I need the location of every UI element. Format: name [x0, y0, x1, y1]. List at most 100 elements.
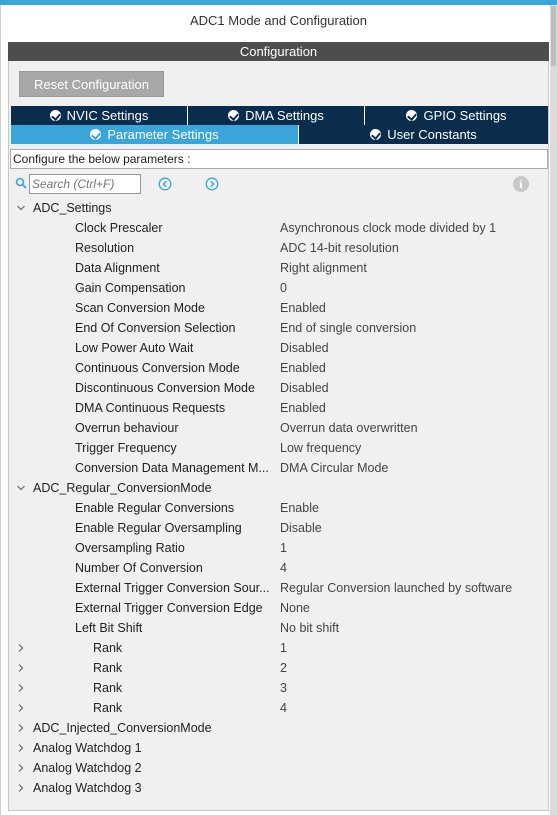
- rank-row[interactable]: Rank 2: [10, 658, 548, 678]
- group-label: Analog Watchdog 1: [33, 741, 142, 755]
- param-label: External Trigger Conversion Sour...: [75, 581, 270, 595]
- check-circle-icon: [90, 129, 102, 140]
- next-match-icon[interactable]: [205, 177, 219, 191]
- param-row[interactable]: Enable Regular Conversions Enable: [10, 498, 548, 518]
- param-row[interactable]: Resolution ADC 14-bit resolution: [10, 238, 548, 258]
- param-value: DMA Circular Mode: [280, 461, 389, 475]
- tab-nvic-settings[interactable]: NVIC Settings: [11, 106, 188, 125]
- param-row[interactable]: Enable Regular Oversampling Disable: [10, 518, 548, 538]
- param-row[interactable]: Continuous Conversion Mode Enabled: [10, 358, 548, 378]
- chevron-right-icon[interactable]: [16, 758, 26, 778]
- rank-label: Rank: [93, 641, 123, 655]
- param-label: Enable Regular Conversions: [75, 501, 235, 515]
- param-label: Gain Compensation: [75, 281, 186, 295]
- rank-row[interactable]: Rank 4: [10, 698, 548, 718]
- param-row[interactable]: Conversion Data Management M... DMA Circu…: [10, 458, 548, 478]
- tab-label: NVIC Settings: [66, 108, 149, 123]
- chevron-right-icon[interactable]: [16, 658, 26, 678]
- rank-value: 1: [280, 641, 287, 655]
- tab-label: GPIO Settings: [423, 108, 507, 123]
- param-label: Overrun behaviour: [75, 421, 179, 435]
- rank-row[interactable]: Rank 1: [10, 638, 548, 658]
- search-icon: [15, 177, 27, 189]
- parameter-tree: ADC_Settings Clock Prescaler Asynchronous…: [10, 198, 548, 798]
- param-row[interactable]: Data Alignment Right alignment: [10, 258, 548, 278]
- param-label: Scan Conversion Mode: [75, 301, 205, 315]
- param-row[interactable]: Discontinuous Conversion Mode Disabled: [10, 378, 548, 398]
- check-circle-icon: [406, 110, 418, 121]
- chevron-down-icon[interactable]: [16, 198, 26, 218]
- param-row[interactable]: Number Of Conversion 4: [10, 558, 548, 578]
- chevron-right-icon[interactable]: [16, 698, 26, 718]
- param-row[interactable]: External Trigger Conversion Edge None: [10, 598, 548, 618]
- param-value: 0: [280, 281, 287, 295]
- param-label: External Trigger Conversion Edge: [75, 601, 263, 615]
- group-label: ADC_Injected_ConversionMode: [33, 721, 212, 735]
- param-label: End Of Conversion Selection: [75, 321, 236, 335]
- param-row[interactable]: Scan Conversion Mode Enabled: [10, 298, 548, 318]
- param-row[interactable]: End Of Conversion Selection End of single…: [10, 318, 548, 338]
- param-row[interactable]: Clock Prescaler Asynchronous clock mode d…: [10, 218, 548, 238]
- rank-label: Rank: [93, 701, 123, 715]
- rank-value: 2: [280, 661, 287, 675]
- param-label: Trigger Frequency: [75, 441, 177, 455]
- chevron-down-icon[interactable]: [16, 478, 26, 498]
- param-value: Enabled: [280, 361, 326, 375]
- chevron-right-icon[interactable]: [16, 718, 26, 738]
- group-adc-settings[interactable]: ADC_Settings: [10, 198, 548, 218]
- vertical-scrollbar[interactable]: [550, 5, 557, 815]
- param-value: Low frequency: [280, 441, 362, 455]
- tab-gpio-settings[interactable]: GPIO Settings: [365, 106, 548, 125]
- param-row[interactable]: DMA Continuous Requests Enabled: [10, 398, 548, 418]
- param-value: Disabled: [280, 341, 329, 355]
- rank-row[interactable]: Rank 3: [10, 678, 548, 698]
- group-adc-regular-conversionmode[interactable]: ADC_Regular_ConversionMode: [10, 478, 548, 498]
- scrollbar-thumb[interactable]: [551, 6, 556, 66]
- param-value: Disabled: [280, 381, 329, 395]
- chevron-right-icon[interactable]: [16, 678, 26, 698]
- tabs-row-2: Parameter Settings User Constants: [11, 125, 548, 144]
- tab-parameter-settings[interactable]: Parameter Settings: [11, 125, 299, 144]
- param-value: Enable: [280, 501, 319, 515]
- param-value: None: [280, 601, 310, 615]
- group-adc-injected-conversionmode[interactable]: ADC_Injected_ConversionMode: [10, 718, 548, 738]
- previous-match-icon[interactable]: [158, 177, 172, 191]
- param-value: Right alignment: [280, 261, 367, 275]
- rank-value: 3: [280, 681, 287, 695]
- param-row[interactable]: Overrun behaviour Overrun data overwritte…: [10, 418, 548, 438]
- param-label: Continuous Conversion Mode: [75, 361, 240, 375]
- param-value: Asynchronous clock mode divided by 1: [280, 221, 497, 235]
- param-row[interactable]: Oversampling Ratio 1: [10, 538, 548, 558]
- reset-configuration-button[interactable]: Reset Configuration: [19, 71, 164, 97]
- param-value: No bit shift: [280, 621, 340, 635]
- chevron-right-icon[interactable]: [16, 638, 26, 658]
- param-label: Data Alignment: [75, 261, 160, 275]
- group-label: Analog Watchdog 3: [33, 781, 142, 795]
- group-analog-watchdog-3[interactable]: Analog Watchdog 3: [10, 778, 548, 798]
- param-label: Low Power Auto Wait: [75, 341, 194, 355]
- search-input[interactable]: [29, 174, 141, 194]
- check-circle-icon: [370, 129, 382, 140]
- info-icon[interactable]: i: [513, 176, 529, 192]
- param-row[interactable]: Left Bit Shift No bit shift: [10, 618, 548, 638]
- chevron-right-icon[interactable]: [16, 778, 26, 798]
- param-row[interactable]: Gain Compensation 0: [10, 278, 548, 298]
- param-label: Left Bit Shift: [75, 621, 143, 635]
- tab-label: Parameter Settings: [107, 127, 219, 142]
- group-analog-watchdog-2[interactable]: Analog Watchdog 2: [10, 758, 548, 778]
- tab-dma-settings[interactable]: DMA Settings: [188, 106, 365, 125]
- param-row[interactable]: External Trigger Conversion Sour... Regul…: [10, 578, 548, 598]
- tab-user-constants[interactable]: User Constants: [299, 125, 548, 144]
- group-analog-watchdog-1[interactable]: Analog Watchdog 1: [10, 738, 548, 758]
- chevron-right-icon[interactable]: [16, 738, 26, 758]
- param-value: 4: [280, 561, 287, 575]
- param-label: Number Of Conversion: [75, 561, 203, 575]
- param-row[interactable]: Trigger Frequency Low frequency: [10, 438, 548, 458]
- check-circle-icon: [228, 110, 240, 121]
- param-label: DMA Continuous Requests: [75, 401, 226, 415]
- param-value: ADC 14-bit resolution: [280, 241, 399, 255]
- param-row[interactable]: Low Power Auto Wait Disabled: [10, 338, 548, 358]
- tab-label: User Constants: [387, 127, 477, 142]
- group-label: Analog Watchdog 2: [33, 761, 142, 775]
- param-value: Overrun data overwritten: [280, 421, 418, 435]
